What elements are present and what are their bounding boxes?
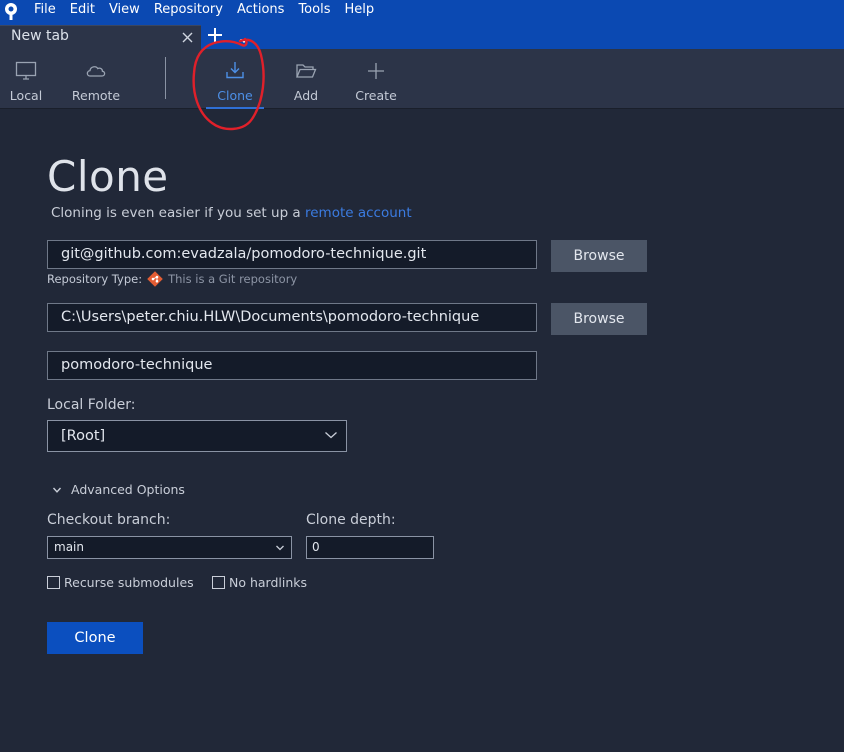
toolbar-remote-button[interactable]: Remote (68, 49, 124, 109)
tab-new[interactable]: New tab (0, 25, 201, 49)
checkbox-box[interactable] (47, 576, 60, 589)
clone-depth-label: Clone depth: (306, 512, 396, 528)
chevron-down-icon (275, 537, 285, 558)
close-icon[interactable] (180, 28, 196, 46)
menu-edit[interactable]: Edit (63, 0, 102, 21)
add-tab-plus-icon[interactable] (205, 25, 225, 45)
menu-tools[interactable]: Tools (291, 0, 337, 21)
local-folder-value: [Root] (61, 428, 106, 444)
git-icon (147, 271, 163, 287)
download-tray-icon (223, 59, 247, 83)
browse-source-button[interactable]: Browse (551, 240, 647, 272)
no-hardlinks-checkbox[interactable]: No hardlinks (212, 575, 307, 590)
monitor-icon (14, 59, 38, 83)
source-url-field[interactable]: git@github.com:evadzala/pomodoro-techniq… (47, 240, 537, 269)
page-subtitle: Cloning is even easier if you set up a r… (51, 205, 412, 221)
toolbar-create-label: Create (355, 88, 397, 103)
toolbar: Local Remote Clone Add Create (0, 49, 844, 109)
repo-type-value: This is a Git repository (168, 272, 298, 286)
clone-depth-input[interactable]: 0 (306, 536, 434, 559)
folder-open-icon (294, 59, 318, 83)
plus-icon (364, 59, 388, 83)
repository-type: Repository Type: This is a Git repositor… (47, 271, 297, 287)
toolbar-local-label: Local (9, 88, 43, 103)
remote-account-link[interactable]: remote account (305, 205, 412, 221)
cloud-icon (84, 59, 108, 83)
menu-actions[interactable]: Actions (230, 0, 292, 21)
app-logo-icon (0, 0, 22, 21)
checkbox-box[interactable] (212, 576, 225, 589)
checkout-branch-select[interactable]: main (47, 536, 292, 559)
recurse-submodules-label: Recurse submodules (64, 575, 194, 590)
menu-view[interactable]: View (102, 0, 147, 21)
checkout-branch-label: Checkout branch: (47, 512, 171, 528)
toolbar-remote-label: Remote (71, 88, 121, 103)
destination-path-field[interactable]: C:\Users\peter.chiu.HLW\Documents\pomodo… (47, 303, 537, 332)
toolbar-divider (165, 57, 166, 99)
no-hardlinks-label: No hardlinks (229, 575, 308, 590)
menu-bar: File Edit View Repository Actions Tools … (0, 0, 844, 21)
chevron-down-icon (324, 421, 338, 451)
tab-title: New tab (11, 28, 69, 44)
chevron-down-icon (52, 487, 62, 493)
repo-name-field[interactable]: pomodoro-technique (47, 351, 537, 380)
subtitle-text: Cloning is even easier if you set up a (51, 205, 305, 221)
clone-button[interactable]: Clone (47, 622, 143, 654)
checkout-branch-value: main (54, 540, 84, 554)
repo-type-label: Repository Type: (47, 272, 143, 286)
advanced-options-label: Advanced Options (71, 482, 185, 497)
toolbar-local-button[interactable]: Local (4, 49, 48, 109)
recurse-submodules-checkbox[interactable]: Recurse submodules (47, 575, 194, 590)
local-folder-label: Local Folder: (47, 397, 136, 413)
menu-help[interactable]: Help (337, 0, 381, 21)
toolbar-clone-button[interactable]: Clone (206, 49, 264, 109)
chevron-down-icon[interactable] (238, 31, 250, 43)
toolbar-add-button[interactable]: Add (284, 49, 328, 109)
local-folder-select[interactable]: [Root] (47, 420, 347, 452)
toolbar-clone-label: Clone (217, 88, 253, 103)
menu-repository[interactable]: Repository (147, 0, 230, 21)
advanced-options-toggle[interactable]: Advanced Options (52, 482, 185, 497)
browse-destination-button[interactable]: Browse (551, 303, 647, 335)
tab-strip: New tab (0, 21, 844, 49)
toolbar-add-label: Add (293, 88, 319, 103)
toolbar-create-button[interactable]: Create (353, 49, 399, 109)
page-title: Clone (47, 152, 169, 201)
menu-file[interactable]: File (27, 0, 63, 21)
